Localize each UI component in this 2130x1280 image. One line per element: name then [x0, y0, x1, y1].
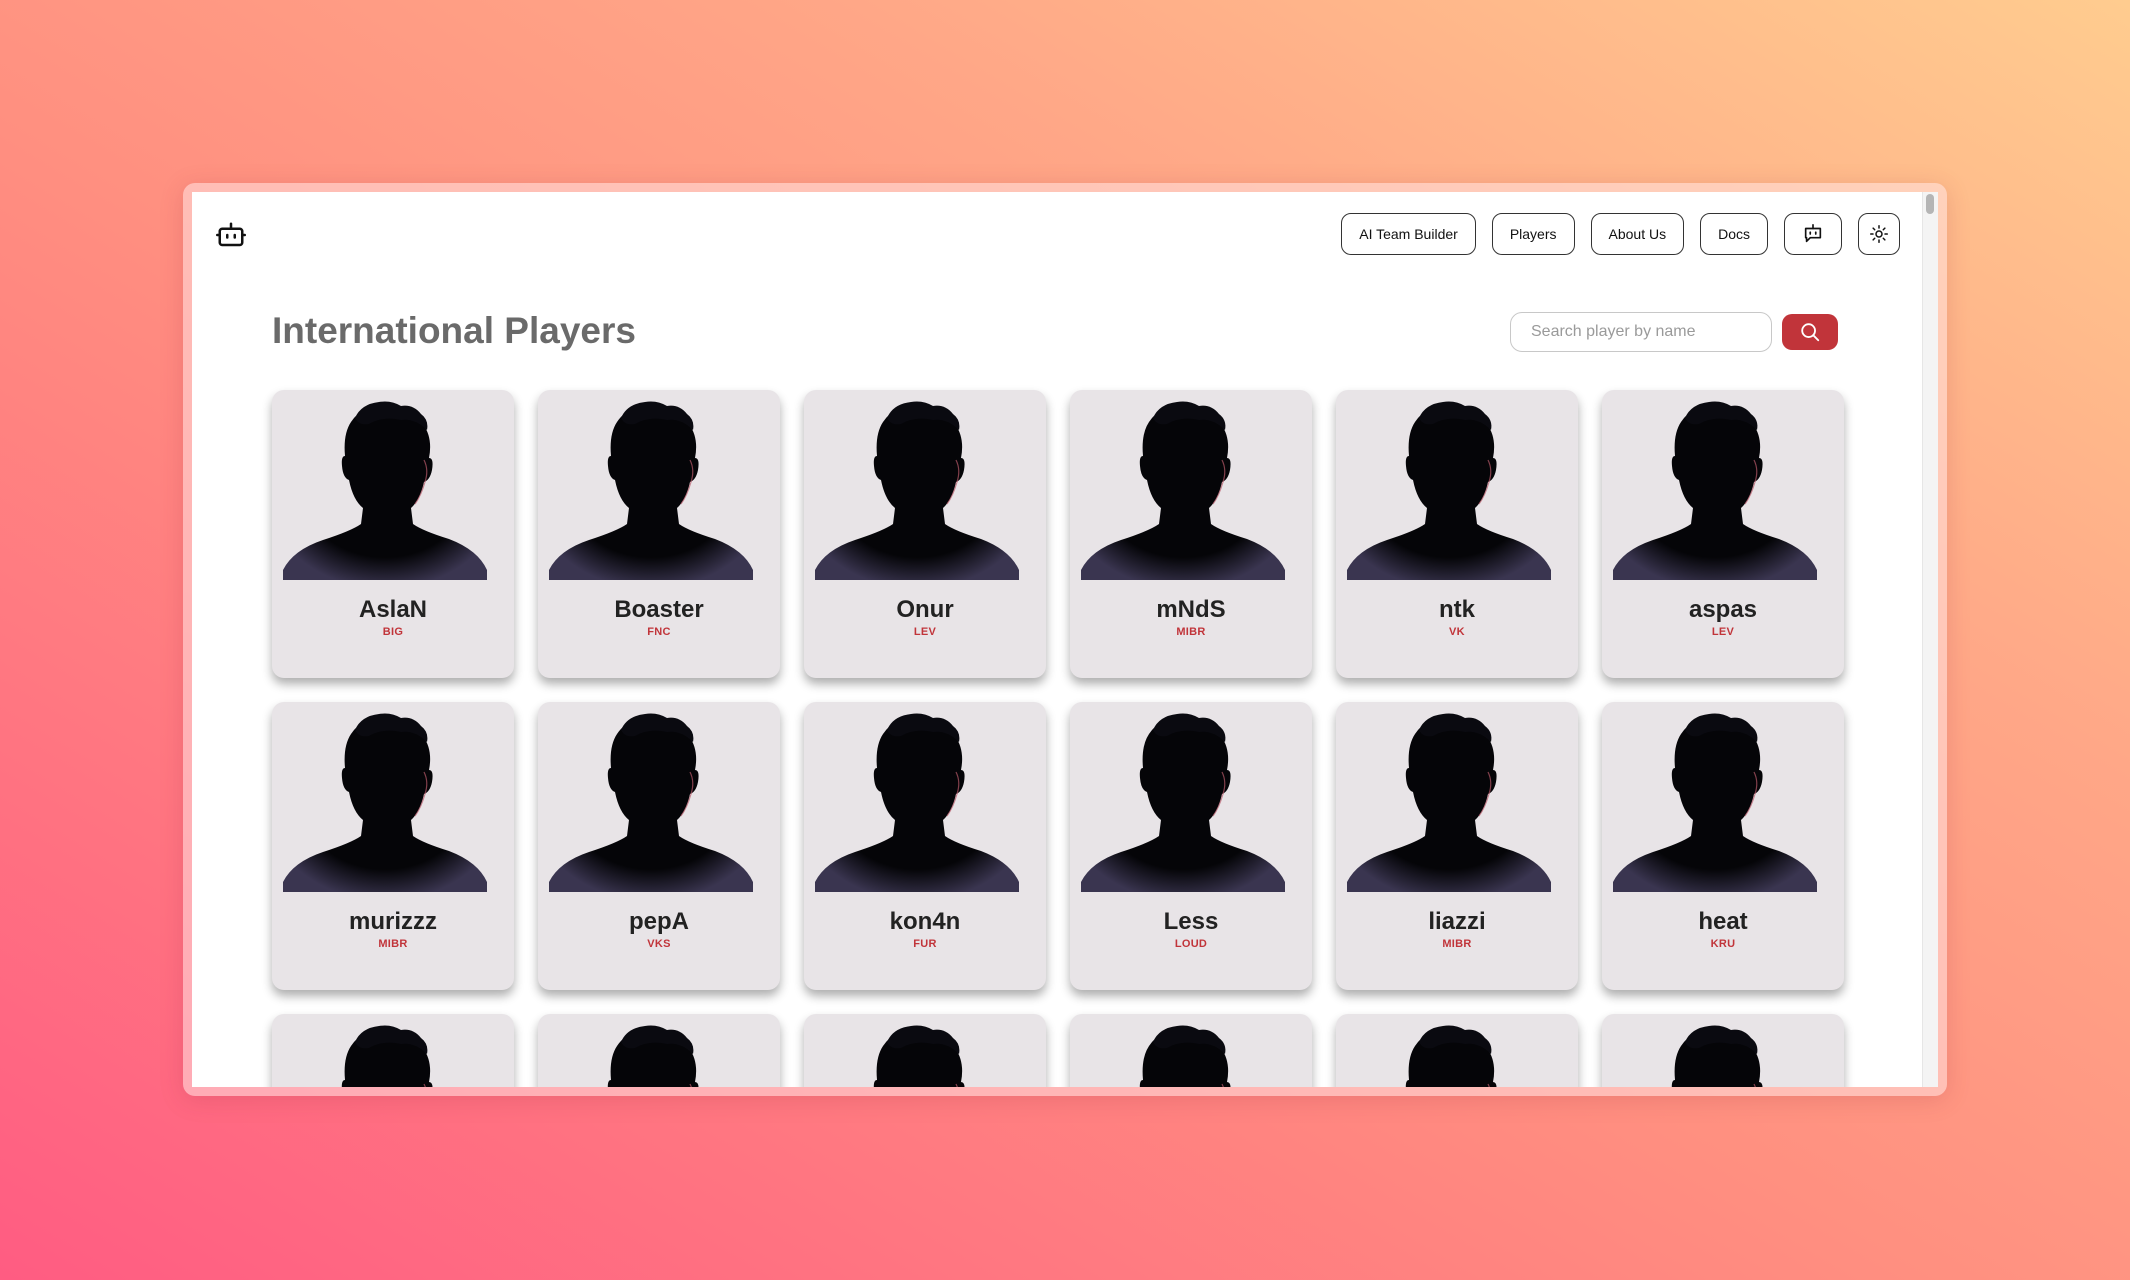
chatbot-icon: [1804, 224, 1822, 243]
search-input[interactable]: [1510, 312, 1772, 352]
player-card[interactable]: [1070, 1014, 1312, 1087]
player-photo: [1347, 712, 1551, 892]
player-photo: [283, 400, 487, 580]
player-photo: [1613, 712, 1817, 892]
theme-toggle-button[interactable]: [1858, 213, 1900, 255]
chatbot-button[interactable]: [1784, 213, 1842, 255]
navbar: AI Team Builder Players About Us Docs: [192, 192, 1922, 272]
player-photo: [549, 712, 753, 892]
player-grid: AslaN BIG Boaster FNC Onur LEV mNdS MIBR…: [272, 390, 1844, 1087]
players-button[interactable]: Players: [1491, 213, 1575, 255]
search-bar: [1510, 312, 1838, 352]
player-photo: [283, 1024, 487, 1087]
player-team: MIBR: [378, 938, 408, 950]
player-team: BIG: [382, 626, 404, 638]
player-name: aspas: [1688, 596, 1758, 623]
scrollbar-thumb[interactable]: [1926, 194, 1934, 214]
page-title: International Players: [272, 310, 636, 351]
nav-buttons: AI Team Builder Players About Us Docs: [1341, 213, 1900, 255]
player-photo: [815, 712, 1019, 892]
player-photo: [549, 400, 753, 580]
ai-team-builder-button[interactable]: AI Team Builder: [1341, 213, 1476, 255]
player-photo: [815, 1024, 1019, 1087]
search-icon: [1801, 323, 1820, 342]
player-team: LOUD: [1174, 938, 1208, 950]
player-photo: [549, 1024, 753, 1087]
player-team: KRU: [1710, 938, 1736, 950]
player-name: pepA: [629, 908, 689, 935]
player-name: Less: [1163, 908, 1219, 935]
player-card[interactable]: pepA VKS: [538, 702, 780, 990]
player-name: ntk: [1439, 596, 1475, 623]
player-card[interactable]: AslaN BIG: [272, 390, 514, 678]
player-team: VK: [1449, 626, 1465, 638]
robot-icon[interactable]: [216, 220, 250, 254]
player-name: heat: [1698, 908, 1748, 935]
player-name: kon4n: [889, 908, 961, 935]
player-team: MIBR: [1176, 626, 1206, 638]
player-photo: [815, 400, 1019, 580]
docs-button[interactable]: Docs: [1700, 213, 1768, 255]
search-button[interactable]: [1782, 314, 1838, 350]
player-team: VKS: [647, 938, 671, 950]
player-name: Onur: [896, 596, 954, 623]
sun-icon: [1870, 225, 1888, 243]
player-team: LEV: [913, 626, 937, 638]
player-photo: [1081, 1024, 1285, 1087]
player-photo: [1347, 400, 1551, 580]
player-name: murizzz: [348, 908, 437, 935]
player-photo: [1613, 400, 1817, 580]
player-team: FNC: [647, 626, 671, 638]
about-us-button[interactable]: About Us: [1590, 213, 1685, 255]
player-card[interactable]: [1602, 1014, 1844, 1087]
player-card[interactable]: [804, 1014, 1046, 1087]
player-name: mNdS: [1156, 596, 1226, 623]
player-card[interactable]: [1336, 1014, 1578, 1087]
player-card[interactable]: [272, 1014, 514, 1087]
player-card[interactable]: Boaster FNC: [538, 390, 780, 678]
player-card[interactable]: kon4n FUR: [804, 702, 1046, 990]
player-name: Boaster: [614, 596, 704, 623]
scrollbar[interactable]: [1922, 192, 1938, 1087]
player-card[interactable]: heat KRU: [1602, 702, 1844, 990]
player-photo: [1081, 400, 1285, 580]
player-card[interactable]: aspas LEV: [1602, 390, 1844, 678]
player-card[interactable]: ntk VK: [1336, 390, 1578, 678]
player-card[interactable]: Onur LEV: [804, 390, 1046, 678]
player-team: MIBR: [1442, 938, 1472, 950]
player-card[interactable]: liazzi MIBR: [1336, 702, 1578, 990]
player-card[interactable]: Less LOUD: [1070, 702, 1312, 990]
player-card[interactable]: [538, 1014, 780, 1087]
player-card[interactable]: mNdS MIBR: [1070, 390, 1312, 678]
player-name: liazzi: [1428, 908, 1486, 935]
player-team: FUR: [913, 938, 937, 950]
player-photo: [1347, 1024, 1551, 1087]
player-photo: [1613, 1024, 1817, 1087]
player-team: LEV: [1711, 626, 1735, 638]
player-card[interactable]: murizzz MIBR: [272, 702, 514, 990]
player-photo: [283, 712, 487, 892]
browser-window: AI Team Builder Players About Us Docs In…: [192, 192, 1938, 1087]
player-name: AslaN: [358, 596, 428, 623]
player-photo: [1081, 712, 1285, 892]
